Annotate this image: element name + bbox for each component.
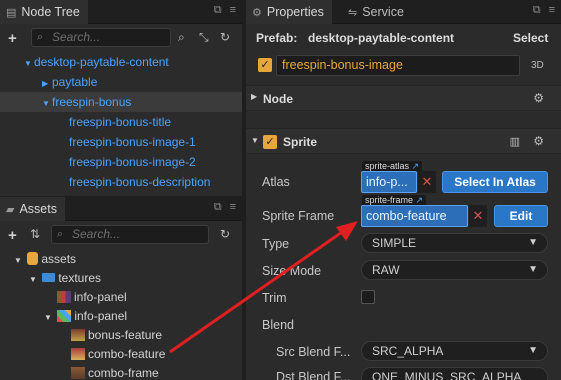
texture-thumbnail-icon	[57, 290, 71, 303]
sprite-section-header[interactable]: ▼ ✓ Sprite ▥ ⚙	[246, 128, 561, 154]
add-asset-icon[interactable]: +	[8, 227, 17, 244]
assets-tabbar: ▰ Assets ⧉ ≡	[0, 197, 242, 221]
type-label: Type	[262, 237, 290, 251]
collapse-arrow-icon[interactable]: ▶	[42, 74, 52, 94]
section-settings-icon[interactable]: ⚙	[533, 134, 544, 148]
node-tree-icon: ▤	[6, 6, 17, 19]
node-tree-tabbar: ▤ Node Tree ⧉ ≡	[0, 0, 242, 24]
node-active-checkbox[interactable]: ✓	[258, 58, 272, 72]
tree-item[interactable]: freespin-bonus-image-2	[0, 152, 242, 172]
clear-sprite-frame-icon[interactable]: ✕	[469, 205, 487, 227]
section-settings-icon[interactable]: ⚙	[533, 91, 544, 105]
tree-item-selected[interactable]: ▼ freespin-bonus	[0, 92, 242, 112]
trim-label: Trim	[262, 291, 287, 305]
search-field-icon: ⌕	[57, 228, 64, 240]
tab-properties[interactable]: ⚙ Properties	[246, 0, 332, 24]
node-tree-title: Node Tree	[21, 5, 80, 19]
node-tree-panel: ▤ Node Tree ⧉ ≡ + ⌕ Search... ⌕ ⤡ ↻ ▼ des…	[0, 0, 242, 196]
tab-service[interactable]: ⇋ Service	[342, 0, 412, 24]
properties-tabbar: ⚙ Properties ⇋ Service ⧉ ≡	[246, 0, 561, 24]
type-select[interactable]: SIMPLE ▼	[361, 233, 548, 253]
3d-toggle[interactable]: 3D	[531, 60, 544, 71]
asset-item[interactable]: ▼ info-panel	[0, 306, 242, 326]
sprite-frame-label: Sprite Frame	[262, 209, 335, 223]
add-node-icon[interactable]: +	[8, 30, 17, 47]
dst-blend-label: Dst Blend F...	[276, 370, 351, 380]
sort-icon[interactable]: ⇅	[30, 227, 40, 241]
blend-label: Blend	[262, 318, 294, 332]
menu-icon[interactable]: ≡	[549, 4, 555, 17]
menu-icon[interactable]: ≡	[230, 201, 236, 214]
cloud-icon: ⇋	[348, 6, 358, 19]
search-icon[interactable]: ⌕	[178, 30, 185, 45]
asset-item[interactable]: ▼ assets	[0, 249, 242, 269]
assets-panel: ▰ Assets ⧉ ≡ + ⇅ ⌕ Search... ↻ ▼ assets …	[0, 197, 242, 380]
node-search-input[interactable]: ⌕ Search...	[31, 28, 171, 47]
select-in-atlas-button[interactable]: Select In Atlas	[442, 171, 548, 193]
sprite-thumbnail-icon	[71, 347, 85, 360]
atlas-icon	[57, 309, 72, 322]
database-icon	[27, 252, 39, 266]
size-mode-select[interactable]: RAW ▼	[361, 260, 548, 280]
atlas-asset-field[interactable]: info-p...	[361, 171, 417, 193]
sprite-frame-asset-field[interactable]: combo-feature	[361, 205, 468, 227]
trim-checkbox[interactable]	[361, 290, 375, 304]
prefab-label: Prefab:	[256, 31, 298, 45]
size-mode-label: Size Mode	[262, 264, 322, 278]
sprite-enabled-checkbox[interactable]: ✓	[263, 135, 277, 149]
node-name-field[interactable]: freespin-bonus-image	[276, 55, 520, 76]
tab-node-tree[interactable]: ▤ Node Tree	[0, 0, 88, 24]
collapse-icon[interactable]: ⤡	[199, 30, 209, 45]
maximize-icon[interactable]: ⧉	[533, 4, 541, 17]
chevron-down-icon: ▼	[528, 237, 538, 248]
gear-icon: ⚙	[252, 6, 262, 19]
expand-arrow-icon[interactable]: ▼	[251, 136, 259, 145]
dst-blend-select[interactable]: ONE_MINUS_SRC_ALPHA	[361, 367, 548, 380]
asset-search-input[interactable]: ⌕ Search...	[51, 225, 209, 244]
sprite-thumbnail-icon	[71, 328, 85, 341]
collapse-arrow-icon[interactable]: ▶	[251, 92, 257, 101]
sprite-thumbnail-icon	[71, 366, 85, 379]
asset-item[interactable]: combo-feature	[0, 344, 242, 364]
sprite-section-title: Sprite	[283, 135, 318, 149]
search-field-icon: ⌕	[37, 31, 44, 43]
maximize-icon[interactable]: ⧉	[214, 201, 222, 214]
node-section-title: Node	[263, 92, 293, 106]
tree-item[interactable]: freespin-bonus-title	[0, 112, 242, 132]
tab-assets[interactable]: ▰ Assets	[0, 197, 65, 221]
tree-item[interactable]: ▼ desktop-paytable-content	[0, 52, 242, 72]
chevron-down-icon: ▼	[528, 264, 538, 275]
expand-arrow-icon[interactable]: ▼	[24, 54, 34, 74]
atlas-label: Atlas	[262, 175, 290, 189]
refresh-icon[interactable]: ↻	[220, 227, 230, 241]
node-section-header[interactable]: ▶ Node ⚙	[246, 85, 561, 111]
node-tree-toolbar: + ⌕ Search... ⌕ ⤡ ↻	[0, 25, 242, 51]
folder-tab-icon: ▰	[6, 203, 15, 216]
assets-title: Assets	[19, 202, 57, 216]
edit-sprite-frame-button[interactable]: Edit	[494, 205, 548, 227]
src-blend-select[interactable]: SRC_ALPHA ▼	[361, 341, 548, 361]
expand-arrow-icon[interactable]: ▼	[42, 94, 52, 114]
prefab-name: desktop-paytable-content	[308, 31, 455, 45]
menu-icon[interactable]: ≡	[230, 4, 236, 17]
chevron-down-icon: ▼	[528, 345, 538, 356]
external-link-icon[interactable]: ↗	[416, 195, 424, 205]
clear-atlas-icon[interactable]: ✕	[418, 171, 436, 193]
tree-item[interactable]: freespin-bonus-description	[0, 172, 242, 192]
help-book-icon[interactable]: ▥	[510, 135, 520, 148]
tree-item[interactable]: ▶ paytable	[0, 72, 242, 92]
asset-item[interactable]: info-panel	[0, 287, 242, 307]
asset-item[interactable]: bonus-feature	[0, 325, 242, 345]
asset-item[interactable]: ▼ textures	[0, 268, 242, 288]
select-prefab-button[interactable]: Select	[513, 31, 548, 45]
asset-item[interactable]: combo-frame	[0, 363, 242, 380]
src-blend-label: Src Blend F...	[276, 345, 351, 359]
refresh-icon[interactable]: ↻	[220, 30, 230, 44]
assets-toolbar: + ⇅ ⌕ Search... ↻	[0, 222, 242, 248]
tree-item[interactable]: freespin-bonus-image-1	[0, 132, 242, 152]
maximize-icon[interactable]: ⧉	[214, 4, 222, 17]
external-link-icon[interactable]: ↗	[412, 161, 420, 171]
folder-icon	[42, 273, 56, 283]
